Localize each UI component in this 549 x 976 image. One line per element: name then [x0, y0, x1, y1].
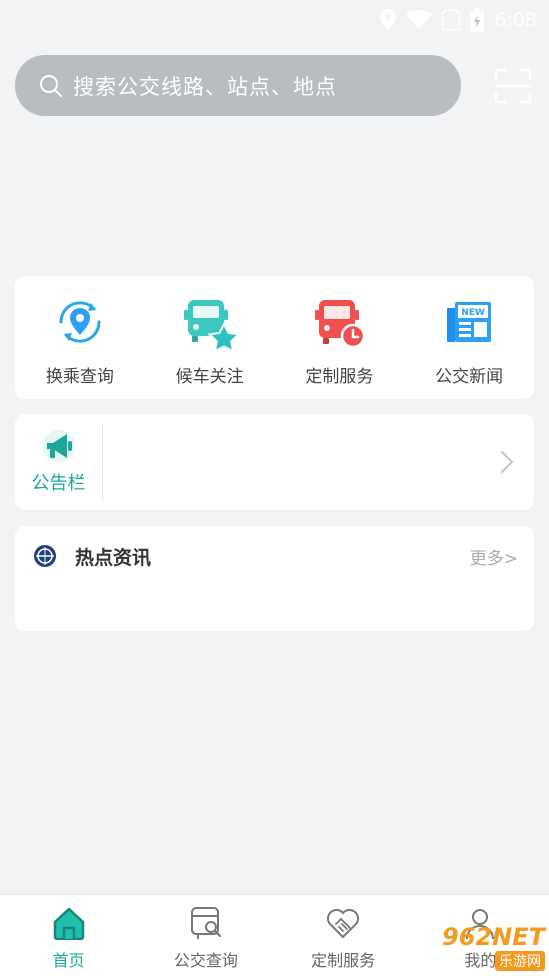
- hot-news-card: 热点资讯 更多>: [15, 526, 534, 631]
- tab-bus-query[interactable]: 公交查询: [137, 895, 274, 976]
- status-time: 6:08: [494, 9, 537, 31]
- tab-home[interactable]: 首页: [0, 895, 137, 976]
- status-bar: 6:08: [0, 0, 549, 40]
- more-link[interactable]: 更多>: [470, 544, 518, 569]
- battery-icon: [470, 8, 485, 32]
- handshake-icon: [327, 909, 360, 939]
- watermark-sub: 乐游网: [495, 951, 545, 971]
- bus-search-icon: [190, 907, 221, 939]
- quick-item-label: 换乘查询: [45, 367, 114, 387]
- quick-item-label: 公交新闻: [435, 367, 504, 387]
- quick-item-label: 候车关注: [175, 367, 244, 387]
- bus-clock-icon: [315, 300, 366, 349]
- quick-item-custom[interactable]: 定制服务: [275, 276, 405, 399]
- watermark-logo: 962NET 乐游网: [415, 923, 545, 971]
- tab-label: 公交查询: [173, 951, 238, 970]
- location-icon: [380, 9, 397, 31]
- quick-menu-card: 换乘查询 候车关注 定制服务 NEW 公交新闻: [15, 276, 534, 399]
- home-icon: [53, 907, 84, 940]
- quick-item-news[interactable]: NEW 公交新闻: [404, 276, 534, 399]
- search-icon: [40, 74, 62, 97]
- scan-icon[interactable]: [494, 68, 532, 104]
- quick-item-transfer[interactable]: 换乘查询: [15, 276, 145, 399]
- wifi-icon: [406, 10, 433, 30]
- megaphone-icon: [42, 430, 75, 462]
- transfer-location-icon: [59, 301, 101, 343]
- hot-news-header: 热点资讯 更多>: [15, 526, 534, 586]
- search-input[interactable]: 搜索公交线路、站点、地点: [15, 55, 461, 116]
- sim-icon: [442, 10, 461, 30]
- hot-news-title: 热点资讯: [75, 546, 152, 569]
- tab-label: 定制服务: [311, 951, 376, 970]
- notice-badge: 公告栏: [15, 423, 103, 501]
- tab-label: 首页: [52, 951, 85, 970]
- quick-item-label: 定制服务: [305, 367, 374, 387]
- globe-icon: [34, 545, 56, 567]
- watermark-brand: 962NET: [442, 923, 545, 951]
- tab-custom-service[interactable]: 定制服务: [275, 895, 412, 976]
- svg-text:NEW: NEW: [461, 308, 485, 318]
- chevron-right-icon: [501, 451, 514, 473]
- bus-star-icon: [183, 300, 240, 350]
- notice-board[interactable]: 公告栏: [15, 414, 534, 510]
- search-placeholder: 搜索公交线路、站点、地点: [73, 74, 337, 99]
- news-icon: NEW: [447, 302, 492, 342]
- quick-item-watch[interactable]: 候车关注: [145, 276, 275, 399]
- notice-label: 公告栏: [31, 473, 86, 494]
